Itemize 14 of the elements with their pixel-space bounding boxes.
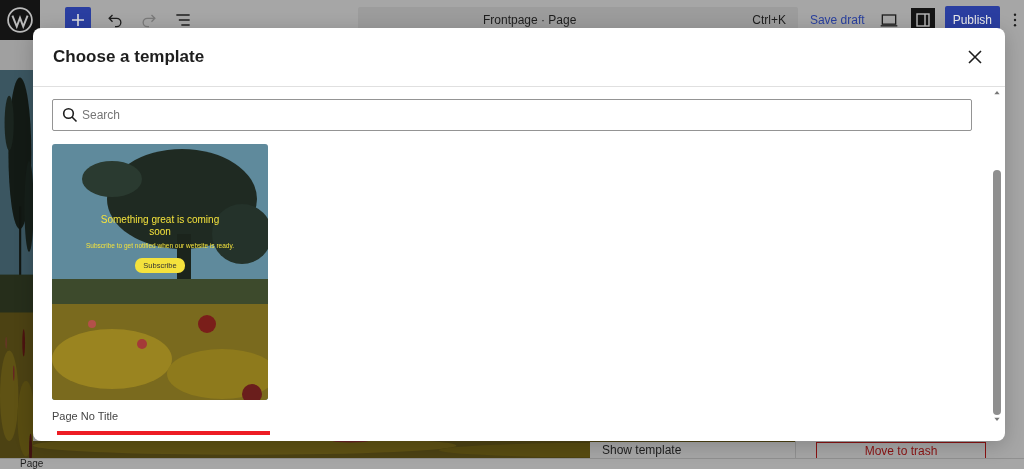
sidebar-icon [914,12,931,28]
search-field[interactable]: Search [52,99,972,131]
search-icon [62,107,78,123]
plus-icon [71,13,85,27]
template-name[interactable]: Page No Title [52,408,268,425]
dialog-title: Choose a template [53,46,205,68]
scroll-up-icon[interactable] [993,89,1001,97]
preview-heading: Something great is coming soon [99,214,221,238]
breadcrumb[interactable]: Page [20,458,44,469]
wordpress-logo[interactable] [0,0,40,40]
save-draft-link[interactable]: Save draft [805,11,869,29]
scrollbar-thumb[interactable] [993,170,1001,415]
template-menu[interactable]: Show template [590,442,795,458]
move-to-trash-button[interactable]: Move to trash [816,442,986,458]
